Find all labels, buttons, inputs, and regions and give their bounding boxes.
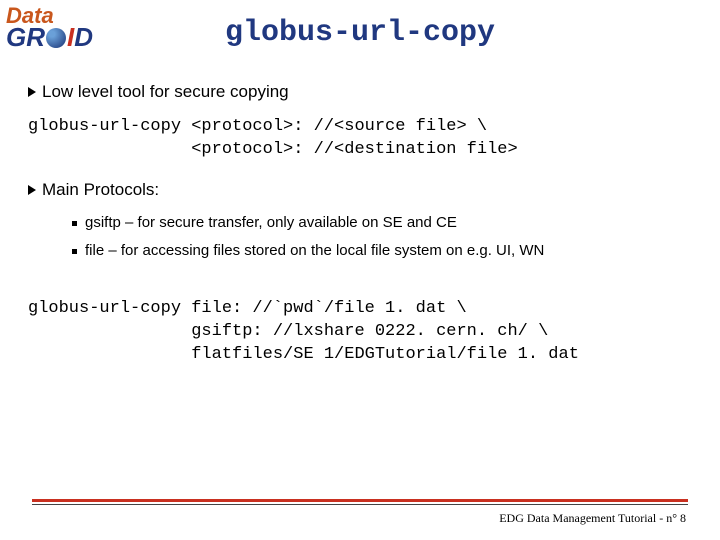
footer-label: EDG Data Management Tutorial - n° 8: [499, 511, 686, 526]
slide-content: Low level tool for secure copying globus…: [28, 82, 702, 385]
bullet-1-text: Low level tool for secure copying: [42, 82, 289, 102]
code-block-2: globus-url-copy file: //`pwd`/file 1. da…: [28, 298, 702, 367]
footer-divider-thin: [32, 504, 688, 505]
code-1-line-2: <protocol>: //<destination file>: [28, 140, 518, 159]
slide: Data GRID globus-url-copy Low level tool…: [0, 0, 720, 540]
sub-bullet-1: gsiftp – for secure transfer, only avail…: [72, 214, 702, 232]
code-1-line-1: globus-url-copy <protocol>: //<source fi…: [28, 117, 487, 136]
footer-divider: [32, 499, 688, 502]
code-block-1: globus-url-copy <protocol>: //<source fi…: [28, 116, 702, 162]
sub-bullet-list: gsiftp – for secure transfer, only avail…: [72, 214, 702, 260]
bullet-2-text: Main Protocols:: [42, 180, 159, 200]
bullet-2: Main Protocols:: [28, 180, 702, 200]
sub-bullet-2-text: file – for accessing files stored on the…: [85, 242, 544, 260]
bullet-1: Low level tool for secure copying: [28, 82, 702, 102]
code-2-line-2: gsiftp: //lxshare 0222. cern. ch/ \: [28, 322, 548, 341]
triangle-bullet-icon: [28, 185, 36, 195]
code-2-line-1: globus-url-copy file: //`pwd`/file 1. da…: [28, 299, 467, 318]
triangle-bullet-icon: [28, 87, 36, 97]
sub-bullet-1-text: gsiftp – for secure transfer, only avail…: [85, 214, 457, 232]
code-2-line-3: flatfiles/SE 1/EDGTutorial/file 1. dat: [28, 345, 579, 364]
slide-title: globus-url-copy: [0, 16, 720, 50]
square-bullet-icon: [72, 249, 77, 254]
square-bullet-icon: [72, 221, 77, 226]
sub-bullet-2: file – for accessing files stored on the…: [72, 242, 702, 260]
